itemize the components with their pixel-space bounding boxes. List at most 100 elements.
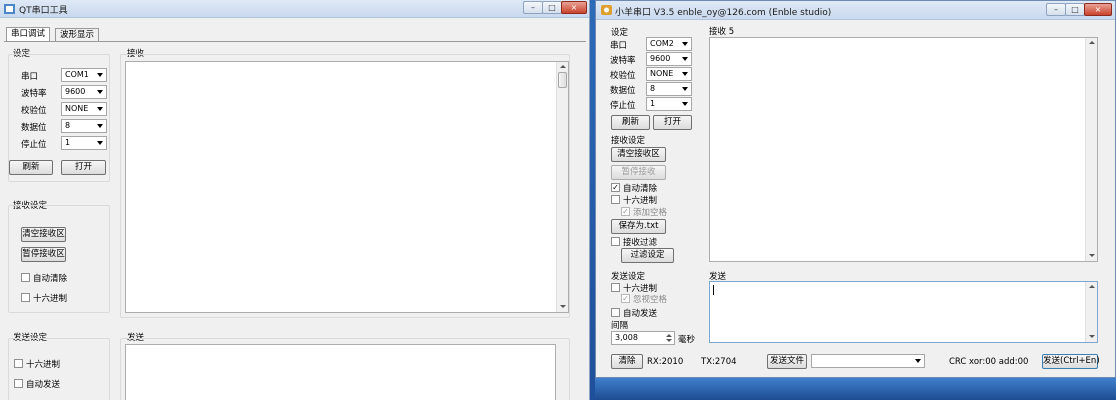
app-icon xyxy=(601,5,612,15)
tab-divider xyxy=(4,41,586,42)
minimize-button[interactable]: – xyxy=(523,1,543,14)
chevron-down-icon xyxy=(97,90,103,94)
chevron-down-icon xyxy=(682,42,688,46)
parity-select[interactable]: NONE xyxy=(646,67,692,81)
port-label: 串口 xyxy=(21,72,39,82)
auto-clear-checkbox[interactable] xyxy=(21,273,30,282)
qt-serial-window: QT串口工具 – □ × 串口调试 波形显示 设定 串口 COM1 波特率 96… xyxy=(0,0,590,400)
send-file-button[interactable]: 发送文件 xyxy=(767,354,807,369)
maximize-button[interactable]: □ xyxy=(1065,3,1085,16)
send-scrollbar[interactable] xyxy=(1085,282,1097,342)
stopbits-select[interactable]: 1 xyxy=(61,136,107,150)
scroll-down-icon[interactable] xyxy=(1089,254,1095,257)
interval-unit: 毫秒 xyxy=(678,335,696,345)
chevron-down-icon xyxy=(97,107,103,111)
port-select[interactable]: COM2 xyxy=(646,37,692,51)
hex-send-checkbox[interactable] xyxy=(611,283,620,292)
app-icon xyxy=(4,4,15,14)
databits-label: 数据位 xyxy=(21,123,47,133)
scroll-down-icon[interactable] xyxy=(560,305,566,308)
crc-status: CRC xor:00 add:00 xyxy=(949,357,1029,367)
chevron-down-icon xyxy=(682,72,688,76)
scroll-down-icon[interactable] xyxy=(1089,335,1095,338)
spin-down-icon[interactable] xyxy=(666,339,672,342)
close-button[interactable]: × xyxy=(561,1,587,14)
scroll-thumb[interactable] xyxy=(558,72,567,88)
clear-button[interactable]: 清除 xyxy=(611,354,643,369)
send-button[interactable]: 发送(Ctrl+En) xyxy=(1042,354,1100,369)
parity-select[interactable]: NONE xyxy=(61,102,107,116)
scroll-up-icon[interactable] xyxy=(560,65,566,68)
baud-label: 波特率 xyxy=(21,89,47,99)
maximize-button[interactable]: □ xyxy=(542,1,562,14)
send-textarea[interactable] xyxy=(125,344,556,400)
baud-select[interactable]: 9600 xyxy=(646,52,692,66)
parity-value: NONE xyxy=(650,69,674,78)
chevron-down-icon xyxy=(97,124,103,128)
tab-waveform[interactable]: 波形显示 xyxy=(55,28,100,41)
databits-label: 数据位 xyxy=(610,86,636,96)
chevron-down-icon xyxy=(682,102,688,106)
baud-value: 9600 xyxy=(65,87,86,96)
spin-up-icon[interactable] xyxy=(666,334,672,337)
scroll-up-icon[interactable] xyxy=(1089,41,1095,44)
baud-label: 波特率 xyxy=(610,56,636,66)
databits-select[interactable]: 8 xyxy=(646,82,692,96)
receive-scrollbar[interactable] xyxy=(1085,38,1097,261)
port-label: 串口 xyxy=(610,41,628,51)
auto-send-checkbox[interactable] xyxy=(14,379,23,388)
interval-label: 间隔 xyxy=(611,321,629,331)
receive-filter-checkbox[interactable] xyxy=(611,237,620,246)
parity-label: 校验位 xyxy=(610,71,636,81)
hex-receive-checkbox[interactable] xyxy=(611,195,620,204)
interval-spinbox[interactable]: 3,008 xyxy=(611,331,675,345)
receive-textarea[interactable] xyxy=(709,37,1098,262)
send-textarea[interactable] xyxy=(709,281,1098,343)
baud-select[interactable]: 9600 xyxy=(61,85,107,99)
titlebar[interactable]: 小羊串口 V3.5 enble_oy@126.com (Enble studio… xyxy=(596,1,1115,20)
pause-receive-button[interactable]: 暂停接收区 xyxy=(21,247,66,262)
chevron-down-icon xyxy=(682,57,688,61)
save-txt-button[interactable]: 保存为.txt xyxy=(611,219,666,234)
titlebar[interactable]: QT串口工具 – □ × xyxy=(0,0,589,18)
stopbits-label: 停止位 xyxy=(610,101,636,111)
auto-clear-checkbox[interactable]: ✓ xyxy=(611,183,620,192)
add-space-checkbox[interactable]: ✓ xyxy=(621,207,630,216)
receive-count-label: 接收 5 xyxy=(709,27,735,37)
file-select[interactable] xyxy=(811,354,925,368)
baud-value: 9600 xyxy=(650,54,671,63)
chevron-down-icon xyxy=(97,141,103,145)
refresh-button[interactable]: 刷新 xyxy=(9,160,53,175)
port-value: COM2 xyxy=(650,39,674,48)
desktop-strip xyxy=(595,378,1116,400)
hex-send-checkbox[interactable] xyxy=(14,359,23,368)
port-select[interactable]: COM1 xyxy=(61,68,107,82)
close-button[interactable]: × xyxy=(1084,3,1112,16)
port-value: COM1 xyxy=(65,70,89,79)
refresh-button[interactable]: 刷新 xyxy=(611,115,650,130)
auto-send-checkbox[interactable] xyxy=(611,308,620,317)
scroll-up-icon[interactable] xyxy=(1089,285,1095,288)
clear-receive-button[interactable]: 清空接收区 xyxy=(21,227,66,242)
stopbits-select[interactable]: 1 xyxy=(646,97,692,111)
minimize-button[interactable]: – xyxy=(1046,3,1066,16)
receive-scrollbar[interactable] xyxy=(556,62,568,312)
open-button[interactable]: 打开 xyxy=(61,160,106,175)
databits-select[interactable]: 8 xyxy=(61,119,107,133)
auto-send-label: 自动发送 xyxy=(26,380,61,390)
pause-receive-button[interactable]: 暂停接收 xyxy=(611,165,666,180)
hex-receive-label: 十六进制 xyxy=(623,196,658,206)
hex-send-label: 十六进制 xyxy=(26,360,61,370)
settings-group-title: 设定 xyxy=(611,28,629,38)
ignore-space-checkbox[interactable]: ✓ xyxy=(621,294,630,303)
stopbits-value: 1 xyxy=(650,99,656,108)
open-button[interactable]: 打开 xyxy=(653,115,692,130)
databits-value: 8 xyxy=(650,84,656,93)
chevron-down-icon xyxy=(682,87,688,91)
clear-receive-button[interactable]: 清空接收区 xyxy=(611,147,666,162)
filter-settings-button[interactable]: 过滤设定 xyxy=(621,248,674,263)
tab-serial-debug[interactable]: 串口调试 xyxy=(6,27,51,41)
window-title: 小羊串口 V3.5 enble_oy@126.com (Enble studio… xyxy=(615,8,832,18)
receive-textarea[interactable] xyxy=(125,61,569,313)
hex-receive-checkbox[interactable] xyxy=(21,293,30,302)
